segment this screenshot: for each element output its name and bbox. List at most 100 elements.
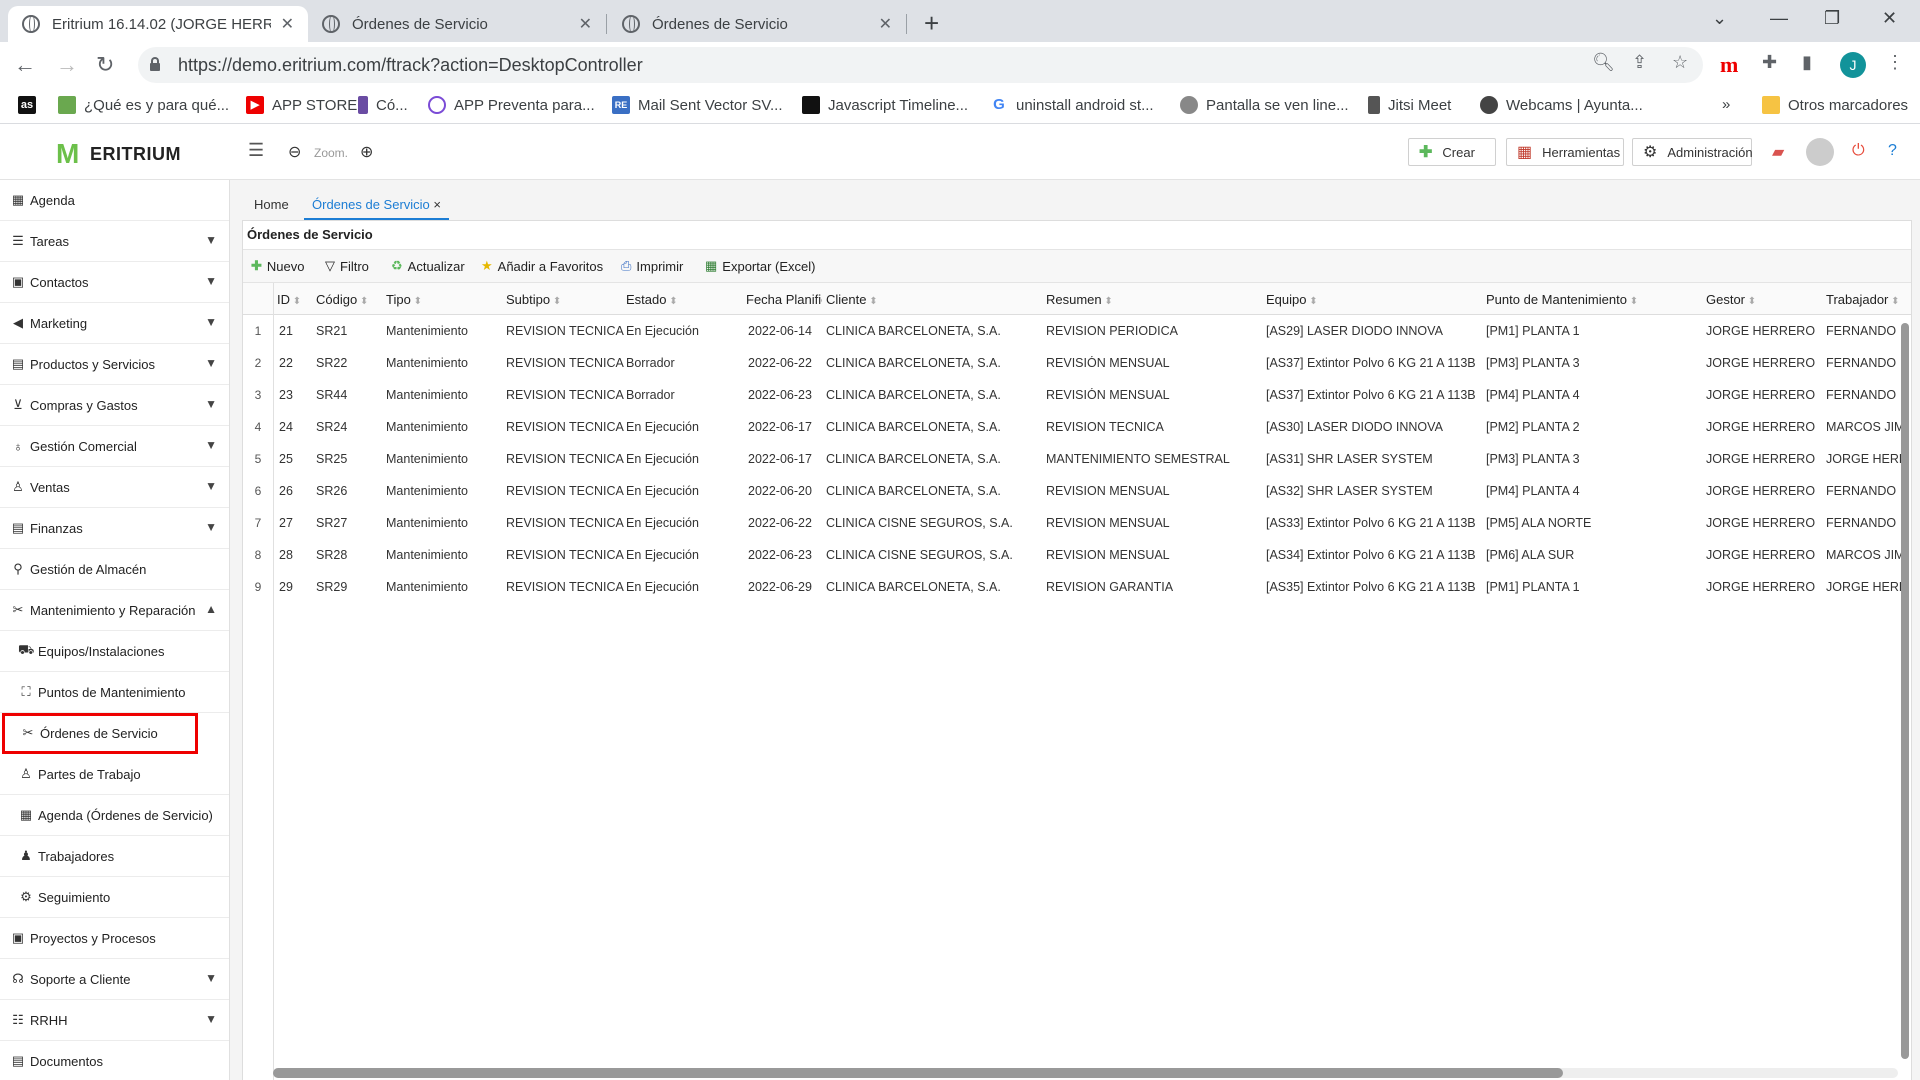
extensions-icon[interactable]: ✚ [1762,52,1777,73]
column-header-cliente[interactable]: Cliente [826,292,878,307]
sidebar-item-proyectos[interactable]: ▣ Proyectos y Procesos [0,918,229,959]
table-row[interactable]: 8 28 SR28 Mantenimiento REVISION TECNICA En E… [243,539,1911,571]
browser-tab-1[interactable]: Eritrium 16.14.02 (JORGE HERRERO) ✕ [8,6,308,42]
column-header-resumen[interactable]: Resumen [1046,292,1113,307]
back-icon[interactable]: ← [14,52,36,78]
bookmark-as-icon[interactable]: as [18,96,36,114]
table-row[interactable]: 5 25 SR25 Mantenimiento REVISION TECNICA En E… [243,443,1911,475]
tab-home[interactable]: Home [246,190,297,220]
column-header-estado[interactable]: Estado [626,292,678,307]
table-row[interactable]: 4 24 SR24 Mantenimiento REVISION TECNICA En E… [243,411,1911,443]
column-header-subtipo[interactable]: Subtipo [506,292,561,307]
bookmark-5[interactable]: RE Mail Sent Vector SV... [612,96,783,114]
m-extension-icon[interactable]: m [1720,52,1738,78]
bookmark-6[interactable]: Javascript Timeline... [802,96,968,114]
horizontal-scrollbar[interactable] [273,1068,1898,1078]
share-icon[interactable]: ⇪ [1632,52,1647,73]
sidebar-item-agenda[interactable]: ▦ Agenda [0,180,229,221]
sidebar-item-productos[interactable]: ▤ Productos y Servicios ▼ [0,344,229,385]
bookmark-10[interactable]: Webcams | Ayunta... [1480,96,1643,114]
sidebar-item-documentos[interactable]: ▤ Documentos [0,1041,229,1080]
sidebar-item-soporte[interactable]: ☊ Soporte a Cliente ▼ [0,959,229,1000]
scrollbar-thumb[interactable] [273,1068,1563,1078]
actualizar-button[interactable]: ♻ Actualizar [391,258,465,274]
column-header-codigo[interactable]: Código [316,292,368,307]
sidebar-item-mantenimiento[interactable]: ✂ Mantenimiento y Reparación ▲ [0,590,229,631]
menu-icon[interactable]: ⋮ [1886,52,1904,73]
browser-tab-3[interactable]: Órdenes de Servicio ✕ [608,6,906,42]
column-header-fecha[interactable]: Fecha Planific [746,292,822,307]
herramientas-button[interactable]: ▦ Herramientas [1506,138,1624,166]
reload-icon[interactable]: ↻ [96,52,114,78]
exportar-button[interactable]: ▦ Exportar (Excel) [705,258,816,274]
sidebar-item-marketing[interactable]: ◀ Marketing ▼ [0,303,229,344]
forward-icon[interactable]: → [56,52,78,78]
table-row[interactable]: 6 26 SR26 Mantenimiento REVISION TECNICA En E… [243,475,1911,507]
imprimir-button[interactable]: ⎙ Imprimir [621,258,683,274]
column-header-equipo[interactable]: Equipo [1266,292,1318,307]
bookmark-9[interactable]: Jitsi Meet [1368,96,1451,114]
vertical-scrollbar[interactable] [1901,323,1909,1059]
chevron-down-icon[interactable]: ⌄ [1712,8,1727,29]
help-icon[interactable]: ? [1888,142,1897,160]
sidebar-subitem-partes[interactable]: ♙ Partes de Trabajo [0,754,229,795]
maximize-button[interactable]: ❐ [1824,8,1840,29]
column-header-punto[interactable]: Punto de Mantenimiento [1486,292,1638,307]
star-icon[interactable]: ☆ [1672,52,1688,73]
bookmark-2[interactable]: ▶ APP STORE [246,96,357,114]
sidebar-subitem-trabajadores[interactable]: ♟ Trabajadores [0,836,229,877]
window-close-button[interactable]: ✕ [1882,8,1897,29]
table-row[interactable]: 3 23 SR44 Mantenimiento REVISION TECNICA Borr… [243,379,1911,411]
zoom-out-icon[interactable]: ⊖ [288,142,301,162]
close-icon[interactable]: ✕ [281,14,294,34]
sidebar-subitem-equipos[interactable]: ⛟ Equipos/Instalaciones [0,631,229,672]
sidepanel-icon[interactable]: ▮ [1802,52,1812,73]
close-icon[interactable]: ✕ [579,14,592,34]
column-header-trabajador[interactable]: Trabajador [1826,292,1900,307]
bookmark-7[interactable]: Guninstall android st... [990,96,1154,114]
table-row[interactable]: 1 21 SR21 Mantenimiento REVISION TECNICA En E… [243,315,1911,347]
bookmark-1[interactable]: ¿Qué es y para qué... [58,96,229,114]
profile-avatar[interactable]: J [1840,52,1866,78]
more-bookmarks-icon[interactable]: » [1722,96,1730,113]
crear-button[interactable]: ✚ Crear [1408,138,1496,166]
sidebar-item-contactos[interactable]: ▣ Contactos ▼ [0,262,229,303]
sidebar-item-rrhh[interactable]: ☷ RRHH ▼ [0,1000,229,1041]
table-row[interactable]: 9 29 SR29 Mantenimiento REVISION TECNICA En E… [243,571,1911,603]
close-icon[interactable]: ✕ [879,14,892,34]
sidebar-item-gestion-comercial[interactable]: ♁ Gestión Comercial ▼ [0,426,229,467]
bookmark-8[interactable]: Pantalla se ven line... [1180,96,1349,114]
sidebar-item-ventas[interactable]: ♙ Ventas ▼ [0,467,229,508]
table-row[interactable]: 2 22 SR22 Mantenimiento REVISION TECNICA Borr… [243,347,1911,379]
column-header-id[interactable]: ID [277,292,301,307]
sidebar-subitem-ordenes[interactable]: ✂ Órdenes de Servicio [2,713,198,754]
browser-tab-2[interactable]: Órdenes de Servicio ✕ [308,6,606,42]
sidebar-item-tareas[interactable]: ☰ Tareas ▼ [0,221,229,262]
bookmark-3[interactable]: Có... [358,96,408,114]
column-header-tipo[interactable]: Tipo [386,292,422,307]
sidebar-subitem-seguimiento[interactable]: ⚙ Seguimiento [0,877,229,918]
other-bookmarks[interactable]: Otros marcadores [1762,96,1908,114]
sidebar-subitem-agenda-ordenes[interactable]: ▦ Agenda (Órdenes de Servicio) [0,795,229,836]
sidebar-subitem-puntos[interactable]: ⛶ Puntos de Mantenimiento [0,672,229,713]
power-icon[interactable]: ⏻ [1852,142,1865,160]
address-bar[interactable]: https://demo.eritrium.com/ftrack?action=… [138,47,1703,83]
sidebar-item-compras[interactable]: ⊻ Compras y Gastos ▼ [0,385,229,426]
minimize-button[interactable]: — [1770,8,1788,29]
administracion-button[interactable]: ⚙ Administración [1632,138,1753,166]
close-tab-icon[interactable]: × [433,197,441,212]
favoritos-button[interactable]: ★ Añadir a Favoritos [481,258,603,274]
hamburger-menu-icon[interactable]: ☰ [248,140,264,161]
nuevo-button[interactable]: ✚ Nuevo [251,258,304,274]
new-tab-button[interactable]: + [924,8,939,39]
column-header-gestor[interactable]: Gestor [1706,292,1756,307]
bookmark-4[interactable]: APP Preventa para... [428,96,595,114]
user-avatar-icon[interactable] [1806,138,1834,166]
filtro-button[interactable]: ▽ Filtro [325,258,369,274]
zoom-in-icon[interactable]: ⊕ [360,142,373,162]
tab-ordenes-servicio[interactable]: Órdenes de Servicio × [304,190,449,220]
table-row[interactable]: 7 27 SR27 Mantenimiento REVISION TECNICA En E… [243,507,1911,539]
sidebar-item-almacen[interactable]: ⚲ Gestión de Almacén [0,549,229,590]
chat-icon[interactable]: ▰ [1772,142,1784,162]
zoom-icon[interactable]: 🔍︎ [1592,52,1615,73]
